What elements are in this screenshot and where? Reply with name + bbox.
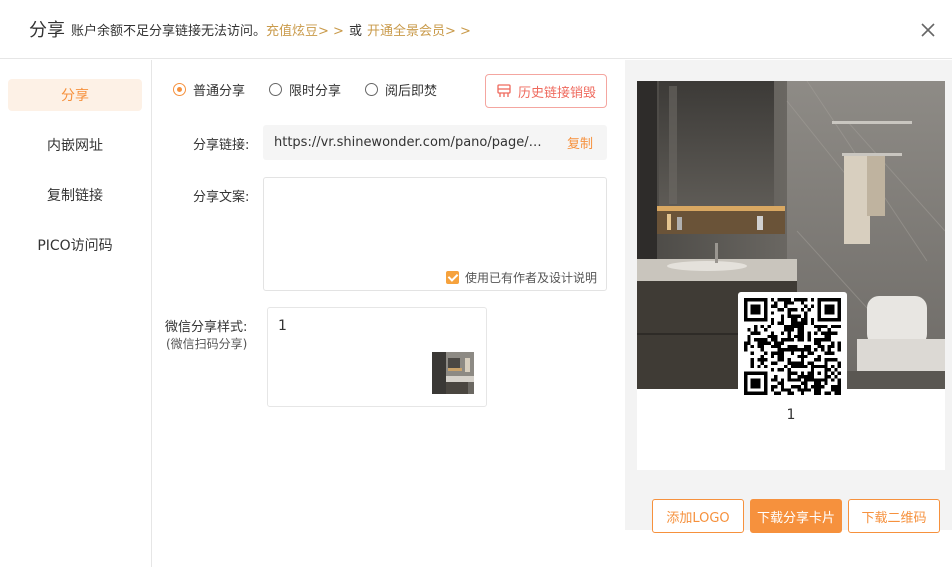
qr-code-image (744, 298, 841, 395)
add-logo-button[interactable]: 添加LOGO (652, 499, 744, 533)
download-qr-button[interactable]: 下载二维码 (848, 499, 940, 533)
dialog-header: 分享 账户余额不足分享链接无法访问。 充值炫豆> > 或 开通全景会员> > (0, 0, 952, 59)
or-text: 或 (348, 23, 362, 39)
radio-label: 普通分享 (193, 83, 246, 99)
button-label: 添加LOGO (666, 510, 730, 526)
wechat-card-title: 1 (278, 318, 287, 334)
wechat-style-label: 微信分享样式: (165, 320, 248, 335)
dialog-title: 分享 (29, 20, 65, 41)
share-link-url: https://vr.shinewonder.com/pano/page/pu.… (274, 135, 544, 150)
recharge-link[interactable]: 充值炫豆> > (266, 20, 344, 39)
sidebar-item-label: PICO访问码 (37, 238, 113, 254)
radio-label: 限时分享 (289, 83, 342, 99)
checkbox-box (445, 271, 459, 284)
sidebar-item-share[interactable]: 分享 (8, 79, 142, 111)
use-author-description-checkbox[interactable]: 使用已有作者及设计说明 (445, 269, 597, 286)
checkbox-label: 使用已有作者及设计说明 (464, 271, 597, 285)
sidebar-item-copy-link[interactable]: 复制链接 (8, 179, 142, 211)
radio-timed-share[interactable]: 限时分享 (269, 80, 341, 99)
share-text-textarea[interactable]: 使用已有作者及设计说明 (263, 177, 607, 291)
share-mode-group: 普通分享 限时分享 阅后即焚 (173, 80, 461, 99)
sidebar-item-pico-code[interactable]: PICO访问码 (8, 229, 142, 261)
destroy-history-links-button[interactable]: 历史链接销毁 (485, 74, 607, 108)
close-icon[interactable] (920, 22, 936, 38)
radio-label: 阅后即焚 (385, 83, 438, 99)
vip-link[interactable]: 开通全景会员> > (367, 20, 471, 39)
radio-normal-share[interactable]: 普通分享 (173, 80, 245, 99)
share-card-preview-panel: 1 (625, 60, 952, 530)
sidebar-item-embed-url[interactable]: 内嵌网址 (8, 129, 142, 161)
wechat-card-thumbnail (432, 352, 474, 394)
sidebar: 分享 内嵌网址 复制链接 PICO访问码 (0, 60, 152, 567)
qr-code (738, 292, 847, 401)
sidebar-item-label: 复制链接 (47, 188, 103, 204)
preview-caption: 1 (786, 407, 796, 423)
share-dialog: 分享 账户余额不足分享链接无法访问。 充值炫豆> > 或 开通全景会员> > 分… (0, 0, 952, 567)
download-share-card-button[interactable]: 下载分享卡片 (750, 499, 842, 533)
copy-link-button[interactable]: 复制 (567, 133, 593, 152)
radio-dot (365, 82, 379, 96)
share-card-preview: 1 (637, 81, 945, 470)
button-label: 下载分享卡片 (756, 510, 835, 526)
balance-notice: 账户余额不足分享链接无法访问。 (71, 23, 267, 39)
share-link-label: 分享链接: (193, 138, 250, 153)
radio-dot (173, 82, 186, 96)
button-label: 下载二维码 (861, 510, 927, 526)
sidebar-item-label: 内嵌网址 (47, 138, 103, 154)
share-text-label: 分享文案: (193, 190, 250, 205)
radio-dot (269, 82, 283, 96)
radio-burn-after-reading[interactable]: 阅后即焚 (365, 80, 437, 99)
eraser-icon (497, 84, 511, 97)
wechat-share-card: 1 (267, 307, 487, 407)
sidebar-item-label: 分享 (61, 88, 89, 104)
history-button-label: 历史链接销毁 (517, 85, 596, 101)
share-link-field[interactable]: https://vr.shinewonder.com/pano/page/pu.… (263, 125, 607, 160)
wechat-style-sublabel: (微信扫码分享) (166, 337, 248, 351)
